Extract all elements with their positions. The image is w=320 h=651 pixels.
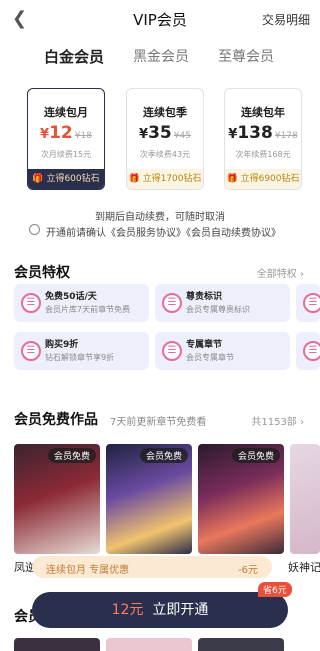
transaction-details-link[interactable]: 交易明细 [262, 11, 310, 28]
gift-icon: 🎁 [32, 174, 44, 184]
free-works-count-link[interactable]: 共1153部 › [251, 413, 304, 428]
plan-name: 连续包年 [241, 106, 285, 119]
plan-price: ¥35 ¥45 [127, 123, 203, 145]
comic-cover[interactable]: 会员免费 [198, 444, 284, 554]
original-price: ¥178 [274, 131, 298, 141]
plan-price: ¥138 ¥178 [225, 123, 301, 145]
privilege-title: 专属章节 [186, 340, 223, 350]
privilege-desc: 会员专属尊贵标识 [186, 305, 250, 314]
promo-text: 连续包月 专属优惠 [46, 565, 130, 576]
gift-icon: 🎁 [226, 174, 238, 184]
agreement-radio[interactable] [29, 224, 40, 235]
currency-symbol: ¥ [228, 127, 238, 142]
privilege-card[interactable]: ☰ 免费50话/天 会员片库7天前章节免费 [14, 284, 149, 322]
plan-name: 连续包季 [143, 106, 187, 119]
plan-name: 连续包月 [44, 106, 88, 119]
gift-icon: 🎁 [128, 174, 140, 184]
privilege-icon: ☰ [303, 341, 320, 361]
renew-note: 次年续费168元 [235, 150, 291, 159]
agreement-text[interactable]: 开通前请确认《会员服务协议》《会员自动续费协议》 [46, 224, 281, 239]
discount-icon: ☰ [21, 341, 41, 361]
gift-bar: 🎁 立得1700钻石 [127, 169, 203, 189]
badge-icon: ☰ [162, 293, 182, 313]
tier-tabs: 白金会员 黑金会员 至尊会员 [0, 46, 320, 68]
privilege-card[interactable]: ☰ 购买9折 钻石解锁章节享9折 [14, 332, 149, 370]
chevron-right-icon: › [300, 269, 304, 280]
privilege-desc: 会员专属章节 [186, 353, 234, 362]
privilege-card[interactable]: ☰ 专属章节 会员专属章节 [155, 332, 290, 370]
privilege-card[interactable]: ☰ 尊贵标识 会员专属尊贵标识 [155, 284, 290, 322]
save-tag: 省6元 [258, 582, 292, 597]
promo-amount: -6元 [238, 565, 258, 576]
plan-card-monthly[interactable]: 连续包月 ¥12 ¥18 次月续费15元 🎁 立得600钻石 [27, 88, 105, 190]
privilege-title: 免费50话/天 [45, 292, 97, 302]
gift-bar: 🎁 立得600钻石 [28, 169, 104, 189]
comic-cover[interactable]: 会员免费 [14, 444, 100, 554]
open-now-button[interactable]: 12元 立即开通 [32, 592, 288, 628]
tab-supreme[interactable]: 至尊会员 [218, 46, 274, 66]
top-bar: ❮ VIP会员 交易明细 [0, 0, 320, 38]
comic-cover-partial[interactable] [290, 444, 320, 554]
privilege-icon: ☰ [303, 293, 320, 313]
chevron-right-icon: › [300, 417, 304, 428]
renew-note: 次月续费15元 [40, 150, 92, 159]
privileges-title: 会员特权 [14, 265, 70, 281]
currency-symbol: ¥ [40, 127, 50, 142]
gift-text: 立得600钻石 [46, 174, 100, 184]
price-value: 12 [49, 123, 73, 143]
tab-platinum[interactable]: 白金会员 [44, 46, 104, 67]
privilege-desc: 钻石解锁章节享9折 [45, 353, 115, 362]
promo-banner: 连续包月 专属优惠 -6元 [32, 556, 272, 578]
comic-cover-peek[interactable] [14, 638, 100, 651]
gift-text: 立得6900钻石 [240, 174, 300, 184]
comic-cover[interactable]: 会员免费 [106, 444, 192, 554]
plan-price: ¥12 ¥18 [28, 123, 104, 145]
free-works-subtitle: 7天前更新章节免费看 [110, 417, 207, 428]
currency-symbol: ¥ [139, 127, 149, 142]
cta-label: 立即开通 [152, 602, 209, 618]
all-privileges-link[interactable]: 全部特权 › [257, 265, 304, 280]
privilege-card-partial[interactable]: ☰ [296, 284, 320, 322]
renew-note: 次季续费43元 [139, 150, 191, 159]
gift-text: 立得1700钻石 [142, 174, 202, 184]
gift-bar: 🎁 立得6900钻石 [225, 169, 301, 189]
plan-card-yearly[interactable]: 连续包年 ¥138 ¥178 次年续费168元 🎁 立得6900钻石 [224, 88, 302, 190]
plan-card-quarterly[interactable]: 连续包季 ¥35 ¥45 次季续费43元 🎁 立得1700钻石 [126, 88, 204, 190]
all-privileges-label: 全部特权 [256, 269, 297, 280]
privilege-card-partial[interactable]: ☰ [296, 332, 320, 370]
original-price: ¥18 [74, 131, 92, 141]
price-value: 35 [148, 123, 172, 143]
original-price: ¥45 [173, 131, 191, 141]
plan-list: 连续包月 ¥12 ¥18 次月续费15元 🎁 立得600钻石 连续包季 ¥35 ¥4… [12, 88, 312, 192]
member-free-badge: 会员免费 [231, 448, 280, 463]
privilege-title: 尊贵标识 [186, 292, 223, 302]
tab-black-gold[interactable]: 黑金会员 [133, 46, 189, 66]
privilege-title: 购买9折 [45, 340, 79, 350]
privilege-desc: 会员片库7天前章节免费 [45, 305, 131, 314]
member-free-badge: 会员免费 [47, 448, 96, 463]
comic-title: 妖神记 [288, 561, 320, 574]
member-free-badge: 会员免费 [139, 448, 188, 463]
free-works-count: 共1153部 [251, 417, 297, 428]
auto-renew-note: 到期后自动续费，可随时取消 [95, 212, 225, 223]
comic-cover-peek[interactable] [198, 638, 284, 651]
exclusive-chapter-icon: ☰ [162, 341, 182, 361]
free-works-title: 会员免费作品 [14, 412, 98, 428]
free-chapters-icon: ☰ [21, 293, 41, 313]
price-value: 138 [237, 123, 273, 143]
cta-price: 12元 [111, 602, 144, 618]
comic-cover-peek[interactable] [106, 638, 192, 651]
